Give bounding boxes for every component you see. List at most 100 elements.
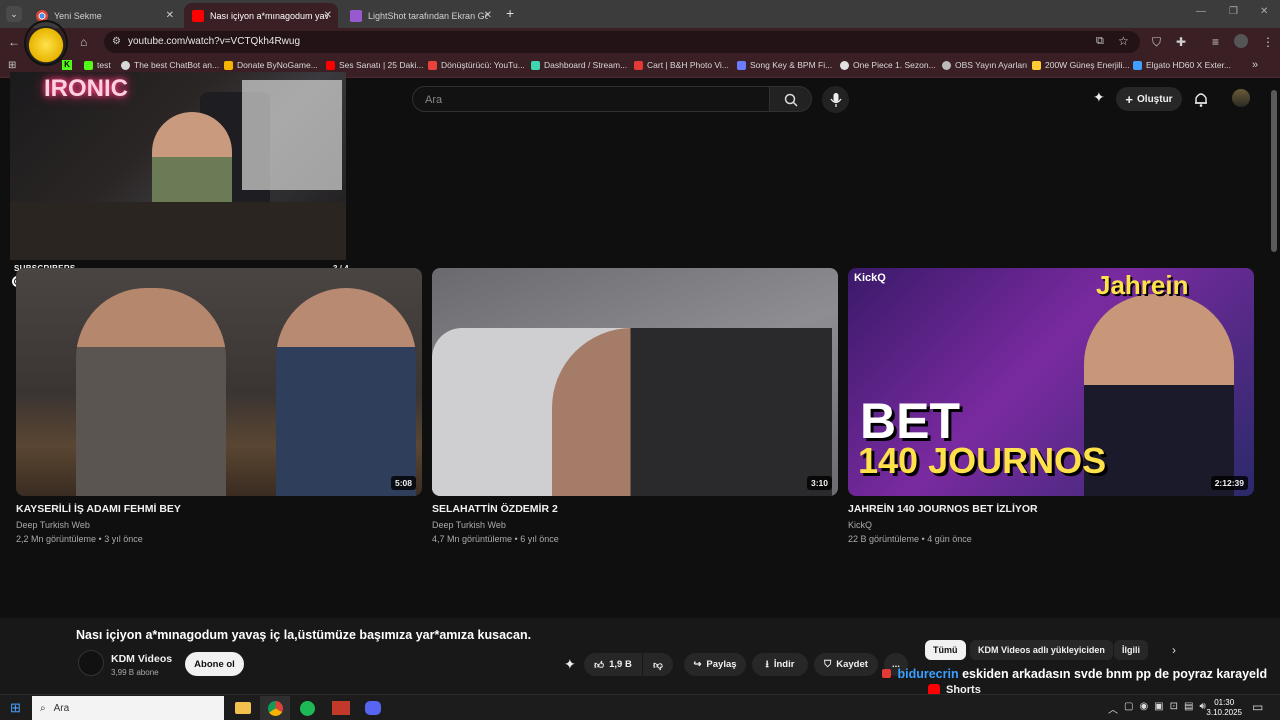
windows-start-icon[interactable]: ⊞: [10, 700, 21, 716]
apps-grid-icon[interactable]: ⊞: [8, 60, 16, 71]
bookmark-item[interactable]: test: [84, 60, 111, 70]
video-channel[interactable]: Deep Turkish Web: [432, 520, 838, 530]
menu-icon[interactable]: ⋮: [1262, 36, 1274, 48]
search-button[interactable]: [770, 86, 812, 112]
ask-ai-sparkle-icon[interactable]: ✦: [564, 656, 576, 673]
close-tab-icon[interactable]: ✕: [484, 10, 492, 21]
user-avatar[interactable]: [1232, 89, 1250, 107]
download-button[interactable]: ⭳ İndir: [752, 653, 808, 676]
file-explorer-icon[interactable]: [228, 696, 258, 720]
bookmark-label: test: [97, 60, 111, 70]
extensions-icon[interactable]: ✚: [1176, 36, 1186, 48]
bh-photo-icon: [634, 60, 643, 70]
new-tab-button[interactable]: +: [506, 5, 514, 21]
obs-icon: [942, 60, 951, 70]
bookmark-item[interactable]: Dönüştürücü: YouTu...: [428, 60, 525, 70]
taskbar-clock[interactable]: 01:30 3.10.2025: [1206, 698, 1242, 718]
close-tab-icon[interactable]: ✕: [324, 10, 332, 21]
video-title[interactable]: SELAHATTİN ÖZDEMİR 2: [432, 503, 838, 515]
bookmark-item[interactable]: Song Key & BPM Fi...: [737, 60, 832, 70]
channel-avatar[interactable]: [78, 650, 104, 676]
page-scrollbar[interactable]: [1271, 90, 1277, 252]
gemini-sparkle-icon[interactable]: ✦: [1093, 89, 1105, 106]
notifications-bell-icon[interactable]: [1194, 92, 1208, 107]
video-card[interactable]: 3:10 SELAHATTİN ÖZDEMİR 2 Deep Turkish W…: [432, 268, 838, 544]
thumbnail-person-left: [76, 288, 226, 496]
stream-logo-mascot: [24, 20, 68, 66]
tray-chevron-icon[interactable]: ︿: [1108, 701, 1118, 716]
globe-icon: [840, 60, 849, 70]
install-app-icon[interactable]: ⧉: [1096, 35, 1104, 48]
chip-from-uploader[interactable]: KDM Videos adlı yükleyiciden: [970, 640, 1113, 660]
bookmark-item[interactable]: Cart | B&H Photo Vi...: [634, 60, 729, 70]
shield-extension-icon[interactable]: ⛉: [1152, 36, 1161, 48]
taskbar-search[interactable]: ⌕ Ara: [32, 696, 224, 720]
chat-text: eskiden arkadasın svde bnm pp de poyraz …: [962, 667, 1268, 681]
kick-bookmark-icon[interactable]: K: [62, 60, 72, 70]
minimize-icon[interactable]: —: [1196, 6, 1206, 17]
save-button[interactable]: ⛉ Kaydet: [814, 653, 878, 676]
site-info-icon[interactable]: ⚙: [112, 36, 121, 47]
voicemeeter-icon[interactable]: [326, 696, 356, 720]
discord-icon[interactable]: [358, 696, 388, 720]
search-input[interactable]: Ara: [412, 86, 770, 112]
video-title[interactable]: KAYSERİLİ İŞ ADAMI FEHMİ BEY: [16, 503, 422, 515]
bookmark-item[interactable]: Dashboard / Stream...: [531, 60, 627, 70]
video-channel[interactable]: Deep Turkish Web: [16, 520, 422, 530]
bookmark-item[interactable]: The best ChatBot an...: [121, 60, 219, 70]
thumbnail-big-text-2: 140 JOURNOS: [858, 440, 1107, 481]
profile-avatar[interactable]: [1234, 34, 1248, 48]
video-channel[interactable]: KickQ: [848, 520, 1254, 530]
create-button[interactable]: + Oluştur: [1116, 87, 1182, 111]
restore-icon[interactable]: ❐: [1229, 6, 1238, 17]
dislike-button[interactable]: 👎︎: [643, 653, 673, 676]
bookmark-label: Ses Sanatı | 25 Daki...: [339, 60, 424, 70]
reading-list-icon[interactable]: ≡: [1212, 36, 1219, 48]
streamelements-icon: [531, 60, 540, 70]
chip-related[interactable]: İlgili: [1114, 640, 1148, 660]
chat-message: bidurecrin eskiden arkadasın svde bnm pp…: [882, 667, 1267, 681]
bookmark-item[interactable]: One Piece 1. Sezon...: [840, 60, 936, 70]
elgato-icon: [1133, 60, 1142, 70]
spotify-icon[interactable]: [292, 696, 322, 720]
notification-center-icon[interactable]: ▭: [1252, 700, 1263, 714]
tray-icons[interactable]: ▢◉▣⊡▤🔊︎: [1124, 701, 1212, 712]
video-thumbnail[interactable]: KickQ Jahrein BET 140 JOURNOS 2:12:39: [848, 268, 1254, 496]
search-icon: ⌕: [40, 702, 46, 714]
address-bar[interactable]: ⚙ youtube.com/watch?v=VCTQkh4Rwug ⧉ ☆: [104, 31, 1140, 53]
tab-youtube-video[interactable]: Nası içiyon a*mınagodum yavaş ✕: [184, 3, 338, 28]
home-icon[interactable]: ⌂: [80, 36, 87, 48]
subscribe-button[interactable]: Abone ol: [185, 652, 244, 676]
clock-date: 3.10.2025: [1206, 708, 1242, 717]
search-icon: [784, 93, 798, 107]
video-title[interactable]: JAHREİN 140 JOURNOS BET İZLİYOR: [848, 503, 1254, 515]
chip-all[interactable]: Tümü: [925, 640, 966, 660]
solar-icon: [1032, 60, 1041, 70]
bookmark-item[interactable]: OBS Yayın Ayarları: [942, 60, 1027, 70]
video-thumbnail[interactable]: 3:10: [432, 268, 838, 496]
like-button[interactable]: 👍︎ 1,9 B: [584, 653, 642, 676]
share-button[interactable]: ↪ Paylaş: [684, 653, 746, 676]
bookmark-item[interactable]: Elgato HD60 X Exter...: [1133, 60, 1231, 70]
video-thumbnail[interactable]: 5:08: [16, 268, 422, 496]
bookmark-star-icon[interactable]: ☆: [1118, 34, 1129, 48]
video-card[interactable]: KickQ Jahrein BET 140 JOURNOS 2:12:39 JA…: [848, 268, 1254, 544]
tab-list-button[interactable]: ⌄: [6, 6, 22, 22]
bookmark-icon: ⛉: [824, 659, 832, 670]
video-card[interactable]: 5:08 KAYSERİLİ İŞ ADAMI FEHMİ BEY Deep T…: [16, 268, 422, 544]
back-icon[interactable]: ←: [8, 36, 20, 48]
close-tab-icon[interactable]: ✕: [166, 10, 174, 21]
bookmark-item[interactable]: Ses Sanatı | 25 Daki...: [326, 60, 423, 70]
chrome-icon[interactable]: [260, 696, 290, 720]
bookmark-item[interactable]: Donate ByNoGame...: [224, 60, 318, 70]
close-window-icon[interactable]: ✕: [1260, 6, 1268, 17]
channel-name[interactable]: KDM Videos: [111, 653, 172, 665]
tab-lightshot[interactable]: LightShot tarafından Ekran Gör ✕: [342, 3, 498, 28]
more-bookmarks-icon[interactable]: »: [1252, 59, 1258, 71]
bookmark-item[interactable]: 200W Güneş Enerjili...: [1032, 60, 1130, 70]
share-arrow-icon: ↪: [693, 659, 702, 670]
bookmark-label: Dönüştürücü: YouTu...: [441, 60, 525, 70]
voice-search-button[interactable]: [822, 86, 849, 113]
chips-next-chevron-icon[interactable]: ›: [1172, 643, 1176, 657]
bookmark-label: Elgato HD60 X Exter...: [1146, 60, 1232, 70]
